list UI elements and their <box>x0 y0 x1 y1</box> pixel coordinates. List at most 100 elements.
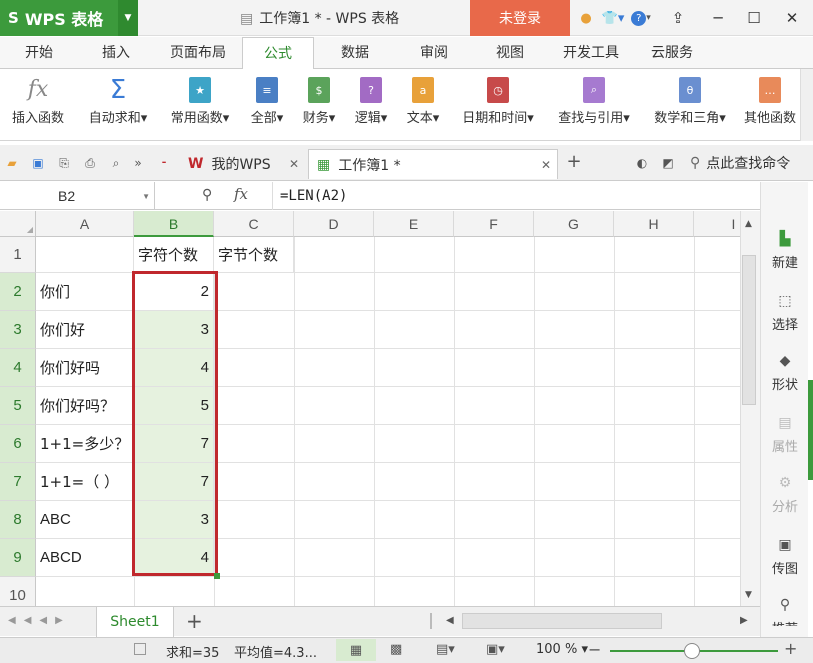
pin-icon[interactable]: ⁃ <box>156 155 172 171</box>
math-trig-button[interactable]: θ 数学和三角▾ <box>644 73 736 137</box>
shirt-icon[interactable]: 👕▾ <box>600 8 626 28</box>
fx-icon[interactable]: fx <box>234 185 248 203</box>
maximize-icon[interactable]: ☐ <box>742 6 766 30</box>
panel-select[interactable]: ⬚ 选择 <box>761 292 809 333</box>
print-icon[interactable]: ⎙ <box>82 155 98 171</box>
other-functions-button[interactable]: … 其他函数 <box>740 73 800 137</box>
horizontal-scroll-thumb[interactable] <box>462 613 662 629</box>
close-tab-icon[interactable]: ✕ <box>541 158 551 172</box>
shapes-icon: ◆ <box>779 353 791 369</box>
doc-tab-mywps[interactable]: W 我的WPS ✕ <box>180 149 305 179</box>
formula-bar: B2 ▼ ⚲ fx =LEN(A2) <box>0 182 760 210</box>
zoom-slider-handle[interactable] <box>684 643 700 659</box>
save-icon[interactable]: ▣ <box>30 155 46 171</box>
ribbon-scroll[interactable] <box>800 69 813 141</box>
open-folder-icon[interactable]: ▰ <box>4 155 20 171</box>
tab-view[interactable]: 视图 <box>472 37 548 69</box>
macro-icon[interactable] <box>134 643 146 655</box>
scroll-left-icon[interactable]: ◀ <box>446 615 454 626</box>
chevron-down-icon[interactable]: ▼ <box>142 192 150 201</box>
sheet-nav-arrows[interactable]: ◀◀◀▶ <box>8 615 71 626</box>
scroll-up-icon[interactable]: ▲ <box>745 219 752 229</box>
fx-icon: fx <box>27 77 49 102</box>
add-sheet-icon[interactable]: + <box>186 609 203 633</box>
doc-tab-workbook[interactable]: ▦ 工作簿1 * ✕ <box>308 149 558 179</box>
app-menu-dropdown[interactable]: ▼ <box>118 0 138 36</box>
login-button[interactable]: 未登录 <box>470 0 570 36</box>
spreadsheet-grid: ◢ A B C D E F G H I 1 字符个数 字节个数 2 你们 2 3… <box>0 211 740 606</box>
image-upload-icon: ▣ <box>778 537 792 553</box>
logic-label: 逻辑▾ <box>354 111 388 126</box>
finance-button[interactable]: $ 财务▾ <box>296 73 342 137</box>
common-functions-button[interactable]: ★ 常用函数▾ <box>164 73 236 137</box>
close-tab-icon[interactable]: ✕ <box>289 157 299 171</box>
divider <box>272 182 273 210</box>
search-command[interactable]: ⚲ 点此查找命令 <box>690 153 790 173</box>
name-box[interactable]: B2 ▼ <box>0 182 155 210</box>
tab-data[interactable]: 数据 <box>314 37 396 69</box>
tab-review[interactable]: 审阅 <box>396 37 472 69</box>
share-icon[interactable]: ⇪ <box>666 6 690 30</box>
text-functions-button[interactable]: a 文本▾ <box>400 73 446 137</box>
panel-collapse-handle[interactable] <box>808 380 813 480</box>
tab-formula[interactable]: 公式 <box>242 37 314 70</box>
close-icon[interactable]: ✕ <box>780 6 804 30</box>
scroll-down-icon[interactable]: ▼ <box>745 590 752 600</box>
insert-function-button[interactable]: fx 插入函数 <box>4 73 72 137</box>
panel-analysis[interactable]: ⚙ 分析 <box>761 474 809 515</box>
formula-input[interactable]: =LEN(A2) <box>280 182 347 210</box>
tab-list-icon[interactable]: ◐ <box>634 155 650 171</box>
common-functions-label: 常用函数▾ <box>170 111 230 126</box>
zoom-in-icon[interactable]: + <box>784 639 797 658</box>
page-layout-view-icon[interactable]: ▤▾ <box>436 642 455 657</box>
list-book-icon: ≡ <box>256 77 278 103</box>
print-preview-icon[interactable]: ⌕ <box>108 155 124 171</box>
clock-book-icon: ◷ <box>487 77 509 103</box>
quick-access-bar: ▰ ▣ ⎘ ⎙ ⌕ » ⁃ W 我的WPS ✕ ▦ 工作簿1 * ✕ + ◐ ◩… <box>0 145 813 181</box>
right-task-panel: ▙新建 ⬚选择 ◆形状 ▤属性 ⚙分析 ▣传图 ⚲推荐 <box>760 182 808 642</box>
date-time-button[interactable]: ◷ 日期和时间▾ <box>452 73 544 137</box>
question-book-icon: ? <box>360 77 382 103</box>
panel-upload-image[interactable]: ▣ 传图 <box>761 536 809 577</box>
panel-recommend[interactable]: ⚲推荐 <box>761 596 809 626</box>
zoom-search-icon[interactable]: ⚲ <box>202 187 212 203</box>
search-book-icon: ⌕ <box>583 77 605 103</box>
tab-cloud[interactable]: 云服务 <box>634 37 710 69</box>
minimize-icon[interactable]: ─ <box>706 6 730 30</box>
skin-icon[interactable]: ● <box>576 8 596 28</box>
panel-new[interactable]: ▙ 新建 <box>761 230 809 271</box>
tab-developer[interactable]: 开发工具 <box>548 37 634 69</box>
panel-shapes[interactable]: ◆ 形状 <box>761 352 809 393</box>
new-tab-icon[interactable]: + <box>566 151 582 172</box>
autosum-button[interactable]: Σ 自动求和▾ <box>82 73 154 137</box>
fill-handle[interactable] <box>214 573 220 579</box>
app-menu-button[interactable]: S WPS 表格 <box>0 0 118 36</box>
scroll-right-icon[interactable]: ▶ <box>740 615 748 626</box>
page-break-view-icon[interactable]: ▩ <box>390 642 402 657</box>
sheet-tab-sheet1[interactable]: Sheet1 <box>96 607 174 637</box>
help-icon[interactable]: ? ▾ <box>628 8 654 28</box>
app-name: WPS 表格 <box>24 10 104 29</box>
window-title: ▤ 工作簿1 * - WPS 表格 <box>240 11 400 27</box>
more-book-icon: … <box>759 77 781 103</box>
split-handle[interactable] <box>430 613 432 629</box>
feedback-icon[interactable]: ◩ <box>660 155 676 171</box>
name-box-value: B2 <box>58 188 76 204</box>
reading-mode-icon[interactable]: ▣▾ <box>486 642 505 657</box>
logic-button[interactable]: ? 逻辑▾ <box>348 73 394 137</box>
more-tools-icon[interactable]: » <box>130 155 146 171</box>
normal-view-icon[interactable]: ▦ <box>336 639 376 661</box>
zoom-level[interactable]: 100 % ▾ <box>536 642 588 657</box>
document-icon: ▤ <box>240 11 254 27</box>
output-pdf-icon[interactable]: ⎘ <box>56 155 72 171</box>
scroll-thumb[interactable] <box>742 255 756 405</box>
all-functions-button[interactable]: ≡ 全部▾ <box>244 73 290 137</box>
zoom-out-icon[interactable]: − <box>588 640 601 659</box>
panel-properties[interactable]: ▤ 属性 <box>761 414 809 455</box>
text-functions-label: 文本▾ <box>406 111 440 126</box>
tab-insert[interactable]: 插入 <box>78 37 154 69</box>
tab-page-layout[interactable]: 页面布局 <box>154 37 242 69</box>
sigma-icon: Σ <box>109 75 127 105</box>
tab-start[interactable]: 开始 <box>0 37 78 69</box>
lookup-reference-button[interactable]: ⌕ 查找与引用▾ <box>548 73 640 137</box>
